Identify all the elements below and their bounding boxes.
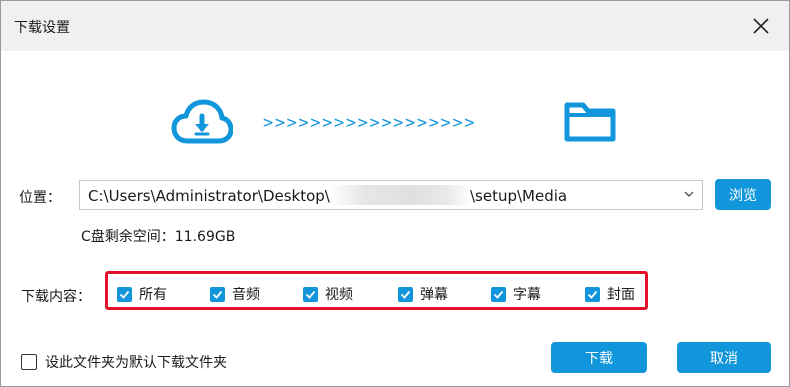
folder-icon [564, 102, 616, 142]
path-suffix: \setup\Media [470, 187, 568, 205]
checkbox-checked-icon [303, 286, 318, 302]
browse-button[interactable]: 浏览 [715, 179, 771, 210]
checkbox-checked-icon [491, 286, 506, 302]
title-bar: 下载设置 [1, 1, 789, 51]
dialog-title: 下载设置 [14, 20, 70, 36]
checkbox-checked-icon [210, 286, 225, 302]
cloud-download-icon [171, 99, 233, 144]
close-button[interactable] [749, 14, 773, 38]
free-space-text: C盘剩余空间：11.69GB [81, 229, 236, 245]
checkbox-checked-icon [398, 286, 413, 302]
redacted-path-segment [330, 185, 470, 205]
checkbox-unchecked-icon [21, 354, 37, 370]
option-label: 所有 [139, 287, 167, 303]
close-icon [753, 18, 769, 34]
option-label: 视频 [325, 287, 353, 303]
option-all[interactable]: 所有 [117, 285, 167, 303]
option-label: 封面 [607, 287, 635, 303]
chevron-down-icon [684, 191, 694, 197]
cancel-button[interactable]: 取消 [677, 342, 771, 373]
option-video[interactable]: 视频 [303, 285, 353, 303]
download-settings-dialog: 下载设置 >>>>>>>>>>>>>>>>>> 位置： C:\Users\Adm… [0, 0, 790, 387]
default-folder-checkbox[interactable]: 设此文件夹为默认下载文件夹 [21, 352, 227, 372]
download-path-select[interactable]: C:\Users\Administrator\Desktop\ \setup\M… [79, 180, 703, 210]
option-cover[interactable]: 封面 [585, 285, 635, 303]
path-prefix: C:\Users\Administrator\Desktop\ [88, 187, 330, 205]
download-button[interactable]: 下载 [551, 342, 647, 373]
download-content-label: 下载内容： [21, 289, 91, 305]
option-label: 字幕 [513, 287, 541, 303]
option-label: 音频 [232, 287, 260, 303]
options-highlight [105, 271, 648, 310]
default-folder-label: 设此文件夹为默认下载文件夹 [45, 355, 227, 371]
transfer-arrows: >>>>>>>>>>>>>>>>>> [263, 113, 477, 133]
option-audio[interactable]: 音频 [210, 285, 260, 303]
option-danmaku[interactable]: 弹幕 [398, 285, 448, 303]
option-label: 弹幕 [420, 287, 448, 303]
checkbox-checked-icon [117, 286, 132, 302]
option-subtitles[interactable]: 字幕 [491, 285, 541, 303]
location-label: 位置： [19, 190, 61, 206]
checkbox-checked-icon [585, 286, 600, 302]
